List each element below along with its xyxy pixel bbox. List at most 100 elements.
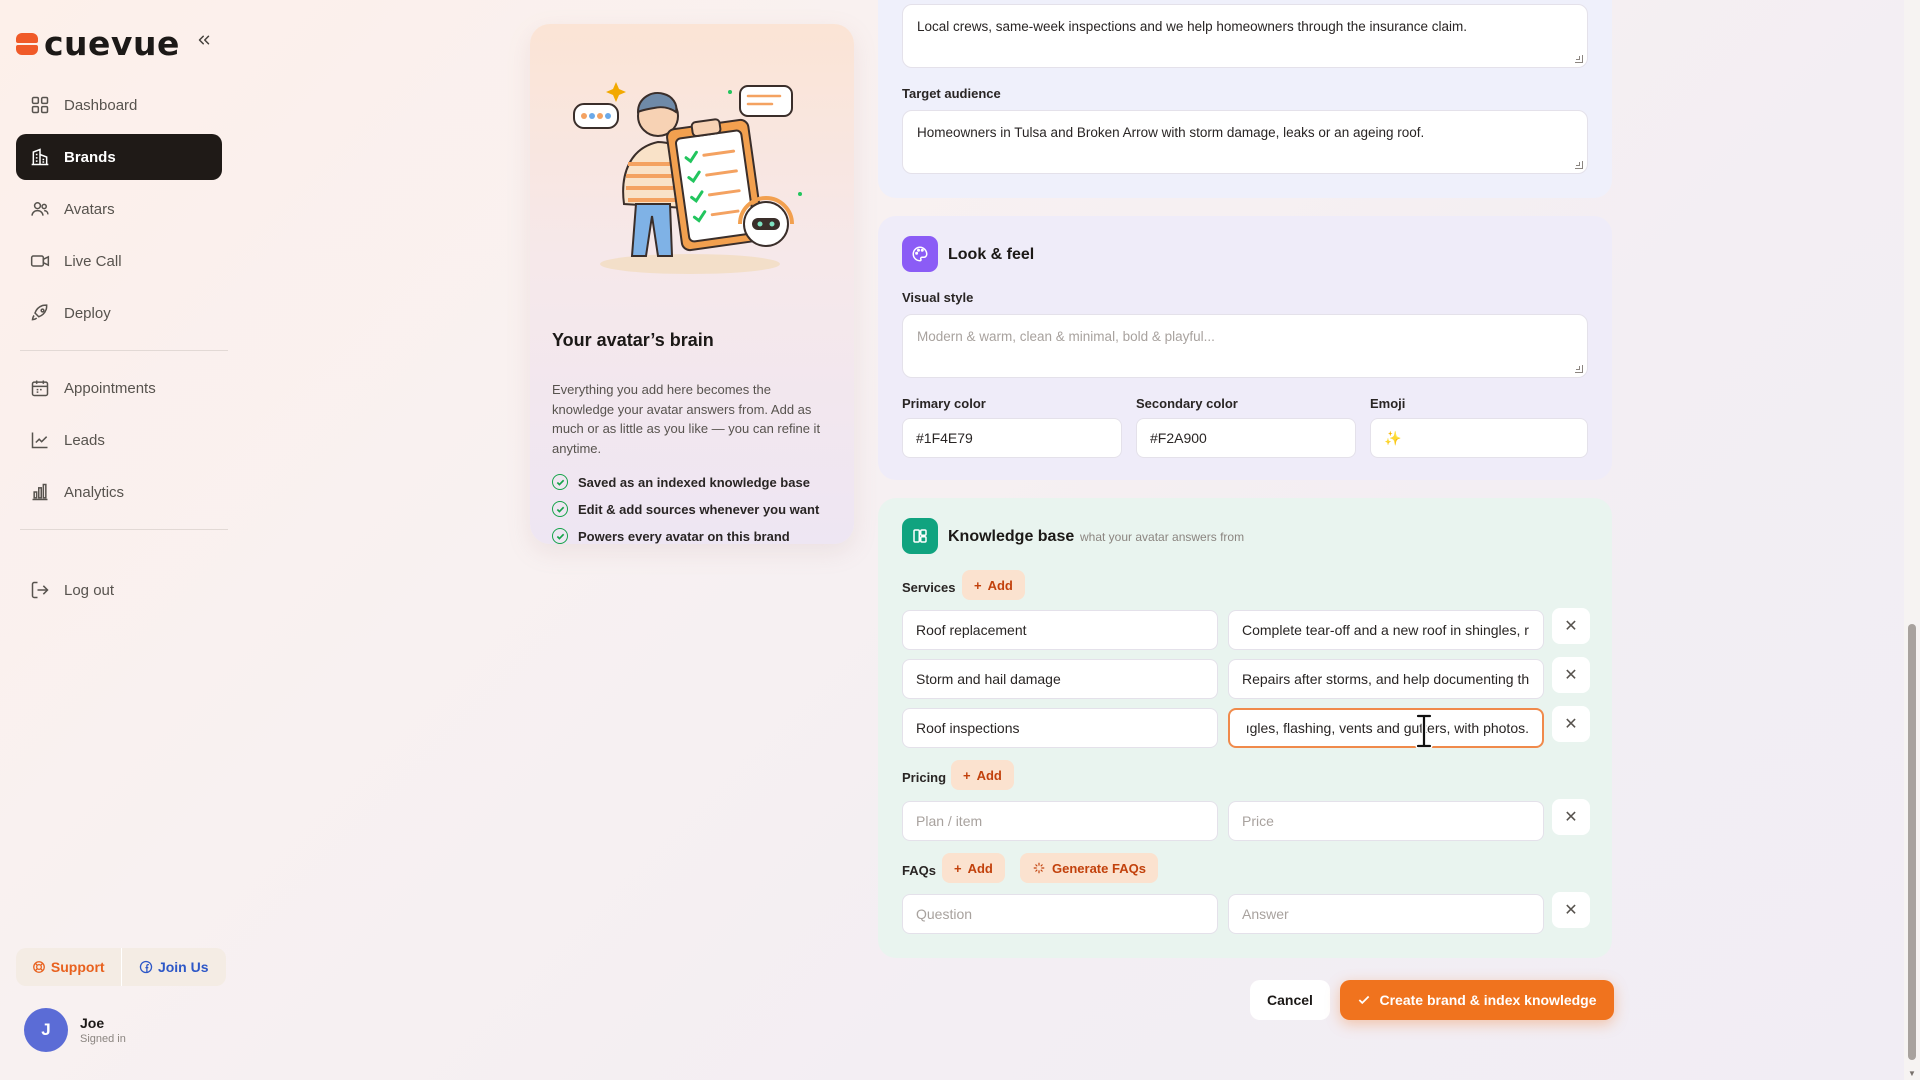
sidebar-item-leads[interactable]: Leads <box>16 417 222 463</box>
service-name: Roof replacement <box>916 622 1027 638</box>
remove-service-button[interactable]: ✕ <box>1552 608 1590 644</box>
sidebar: cuevue Dashboard Brands Avatars Live Cal… <box>0 0 232 1080</box>
services-label: Services <box>902 580 956 595</box>
faqs-label: FAQs <box>902 863 936 878</box>
resize-handle-icon[interactable] <box>1575 161 1583 169</box>
knowledge-base-title: Knowledge base <box>948 528 1075 545</box>
close-icon: ✕ <box>1564 902 1578 919</box>
user-status: Signed in <box>80 1033 126 1045</box>
close-icon: ✕ <box>1564 809 1578 826</box>
remove-pricing-button[interactable]: ✕ <box>1552 799 1590 835</box>
text-cursor-icon <box>1415 714 1433 748</box>
logo[interactable]: cuevue <box>16 24 180 63</box>
visual-style-textarea[interactable]: Modern & warm, clean & minimal, bold & p… <box>902 314 1588 378</box>
add-service-button[interactable]: + Add <box>962 570 1025 600</box>
plus-icon: + <box>963 767 971 783</box>
collapse-sidebar-button[interactable] <box>192 28 216 52</box>
calendar-icon <box>31 380 49 397</box>
sidebar-item-label: Log out <box>64 581 115 599</box>
plus-icon: + <box>954 860 962 876</box>
answer-input[interactable]: Answer <box>1228 894 1544 934</box>
price-input[interactable]: Price <box>1228 801 1544 841</box>
video-icon <box>30 255 50 267</box>
scroll-down-arrow-icon[interactable]: ▼ <box>1908 1070 1916 1078</box>
answer-placeholder: Answer <box>1242 906 1289 922</box>
target-audience-textarea[interactable]: Homeowners in Tulsa and Broken Arrow wit… <box>902 110 1588 174</box>
service-description: ıgles, flashing, vents and gutters, with… <box>1245 720 1529 736</box>
service-description-input[interactable]: Complete tear-off and a new roof in shin… <box>1228 610 1544 650</box>
remove-service-button[interactable]: ✕ <box>1552 706 1590 742</box>
lifebuoy-icon <box>33 961 45 973</box>
price-placeholder: Price <box>1242 813 1274 829</box>
support-label: Support <box>50 959 105 975</box>
service-description: Complete tear-off and a new roof in shin… <box>1242 622 1529 638</box>
user-profile[interactable]: J Joe Signed in <box>24 1008 126 1052</box>
add-faq-button[interactable]: + Add <box>942 853 1005 883</box>
sidebar-item-logout[interactable]: Log out <box>16 567 222 613</box>
sidebar-item-dashboard[interactable]: Dashboard <box>16 82 222 128</box>
add-label: Add <box>976 767 1002 783</box>
dashboard-icon <box>31 96 49 114</box>
create-brand-button[interactable]: Create brand & index knowledge <box>1340 980 1614 1020</box>
check-circle-icon <box>552 501 568 517</box>
pitch-textarea[interactable]: Local crews, same-week inspections and w… <box>902 4 1588 68</box>
service-name-input[interactable]: Storm and hail damage <box>902 659 1218 699</box>
remove-service-button[interactable]: ✕ <box>1552 657 1590 693</box>
brain-point-text: Edit & add sources whenever you want <box>578 501 820 517</box>
join-us-label: Join Us <box>157 959 209 975</box>
add-pricing-button[interactable]: + Add <box>951 760 1014 790</box>
service-description-input[interactable]: Repairs after storms, and help documenti… <box>1228 659 1544 699</box>
brand-details-panel: Local crews, same-week inspections and w… <box>878 0 1612 198</box>
service-description: Repairs after storms, and help documenti… <box>1242 671 1530 687</box>
secondary-color-input[interactable]: #F2A900 <box>1136 418 1356 458</box>
question-input[interactable]: Question <box>902 894 1218 934</box>
primary-color-label: Primary color <box>902 396 986 411</box>
create-brand-label: Create brand & index knowledge <box>1379 992 1597 1008</box>
service-name-input[interactable]: Roof replacement <box>902 610 1218 650</box>
service-name-input[interactable]: Roof inspections <box>902 708 1218 748</box>
cancel-button[interactable]: Cancel <box>1250 980 1330 1020</box>
primary-color-value: #1F4E79 <box>916 430 973 446</box>
brands-icon <box>31 148 49 166</box>
logout-icon <box>31 581 49 599</box>
sidebar-item-analytics[interactable]: Analytics <box>16 469 222 515</box>
sidebar-item-deploy[interactable]: Deploy <box>16 290 222 336</box>
look-and-feel-panel: Look & feel Visual style Modern & warm, … <box>878 216 1612 480</box>
scrollbar-thumb[interactable] <box>1908 624 1916 1060</box>
sidebar-item-appointments[interactable]: Appointments <box>16 365 222 411</box>
check-icon <box>1359 995 1370 1005</box>
remove-faq-button[interactable]: ✕ <box>1552 892 1590 928</box>
resize-handle-icon[interactable] <box>1575 55 1583 63</box>
service-description-input[interactable]: ıgles, flashing, vents and gutters, with… <box>1228 708 1544 748</box>
avatars-icon <box>31 202 49 216</box>
visual-style-placeholder: Modern & warm, clean & minimal, bold & p… <box>917 329 1215 344</box>
avatar-checklist-illustration-icon <box>573 82 802 274</box>
sidebar-item-label: Leads <box>64 431 105 449</box>
secondary-color-label: Secondary color <box>1136 396 1238 411</box>
knowledge-base-icon <box>902 518 938 554</box>
user-name: Joe <box>80 1015 105 1031</box>
generate-faqs-button[interactable]: Generate FAQs <box>1020 853 1158 883</box>
sidebar-item-avatars[interactable]: Avatars <box>16 186 222 232</box>
sidebar-item-brands[interactable]: Brands <box>16 134 222 180</box>
logo-mark-icon <box>16 32 38 55</box>
service-name: Roof inspections <box>916 720 1020 736</box>
sidebar-item-label: Dashboard <box>64 96 138 114</box>
primary-color-input[interactable]: #1F4E79 <box>902 418 1122 458</box>
generate-faqs-label: Generate FAQs <box>1052 860 1146 876</box>
sidebar-item-live-call[interactable]: Live Call <box>16 238 222 284</box>
join-us-button[interactable]: Join Us <box>122 948 227 986</box>
brain-point-text: Saved as an indexed knowledge base <box>578 474 810 490</box>
add-label: Add <box>967 860 993 876</box>
trend-icon <box>31 432 48 449</box>
support-button[interactable]: Support <box>16 948 121 986</box>
pitch-value: Local crews, same-week inspections and w… <box>917 19 1468 34</box>
facebook-icon <box>139 960 153 974</box>
check-circle-icon <box>552 528 568 544</box>
scrollbar[interactable]: ▼ <box>1904 0 1920 1080</box>
target-audience-value: Homeowners in Tulsa and Broken Arrow wit… <box>917 125 1425 140</box>
emoji-input[interactable]: ✨ <box>1370 418 1588 458</box>
plan-item-input[interactable]: Plan / item <box>902 801 1218 841</box>
resize-handle-icon[interactable] <box>1575 365 1583 373</box>
sidebar-item-label: Avatars <box>64 200 115 218</box>
